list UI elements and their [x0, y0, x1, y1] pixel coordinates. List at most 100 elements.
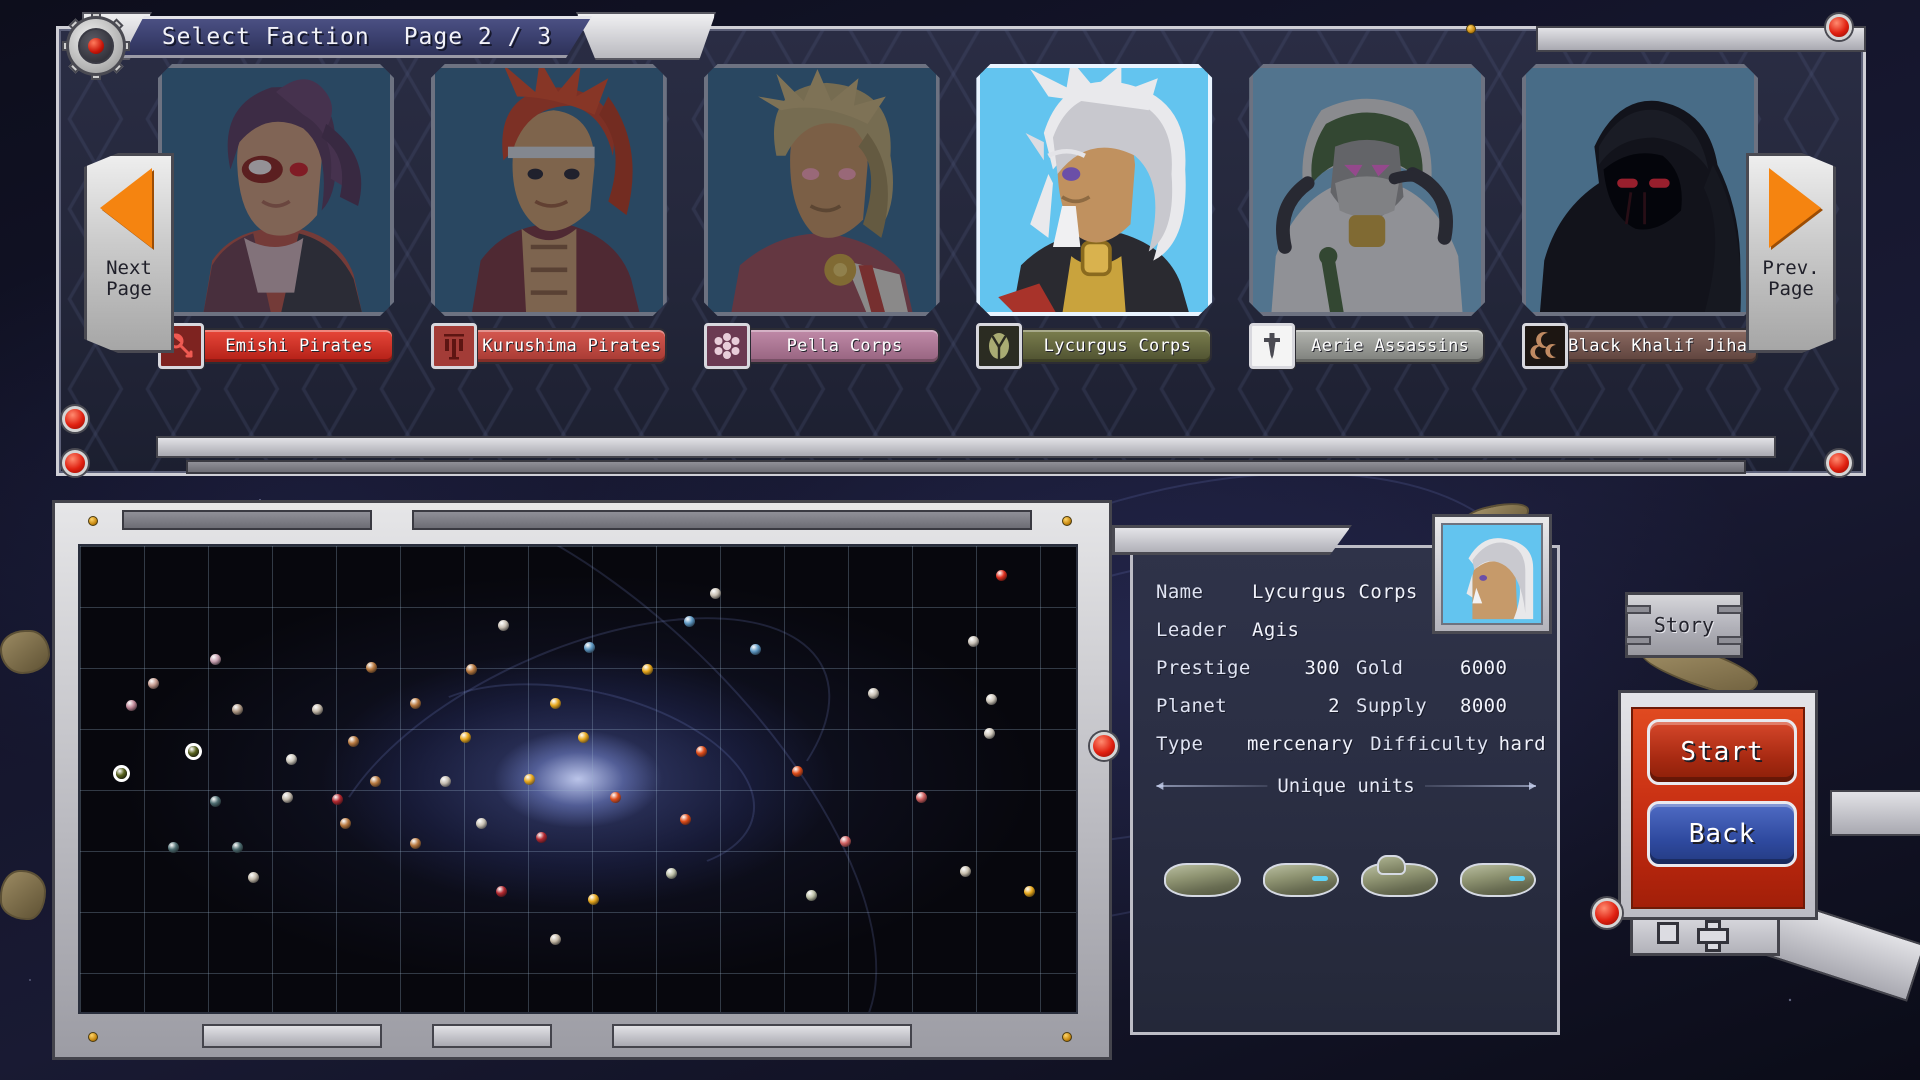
map-planet[interactable] [536, 832, 547, 843]
faction-name-row: Pella Corps [703, 323, 940, 369]
map-planet[interactable] [588, 894, 599, 905]
map-planet[interactable] [498, 620, 509, 631]
map-planet[interactable] [696, 746, 707, 757]
leader-portrait-box [1432, 514, 1552, 634]
page-indicator: Page 2 / 3 [403, 24, 553, 50]
map-planet[interactable] [410, 838, 421, 849]
value-leader: Agis [1252, 619, 1300, 641]
value-gold: 6000 [1460, 657, 1508, 679]
map-planet[interactable] [116, 768, 127, 779]
map-planet[interactable] [370, 776, 381, 787]
map-planet[interactable] [524, 774, 535, 785]
faction-portrait [976, 64, 1212, 316]
map-planet[interactable] [868, 688, 879, 699]
map-planet[interactable] [232, 842, 243, 853]
prev-page-button[interactable]: Prev. Page [1746, 153, 1836, 353]
prev-page-label-2: Page [1768, 277, 1814, 300]
trident-emblem [430, 323, 477, 369]
faction-name-button[interactable]: Emishi Pirates [198, 328, 394, 364]
map-planet[interactable] [210, 654, 221, 665]
next-page-button[interactable]: Next Page [84, 153, 174, 353]
faction-card-lycurgus-corps[interactable]: Lycurgus Corps [976, 64, 1213, 369]
status-lamp [1826, 14, 1852, 40]
map-planet[interactable] [466, 664, 477, 675]
map-planet[interactable] [550, 698, 561, 709]
map-planet[interactable] [148, 678, 159, 689]
map-planet[interactable] [996, 570, 1007, 581]
map-planet[interactable] [960, 866, 971, 877]
faction-name-button[interactable]: Black Khalif Jihad [1561, 328, 1758, 364]
map-planet[interactable] [968, 636, 979, 647]
label-planet: Planet [1156, 695, 1228, 717]
faction-portrait [431, 64, 667, 316]
map-planet[interactable] [986, 694, 997, 705]
map-planet[interactable] [840, 836, 851, 847]
story-button[interactable]: Story [1625, 592, 1743, 658]
back-button[interactable]: Back [1647, 801, 1797, 867]
rivet [1466, 24, 1476, 34]
map-planet[interactable] [642, 664, 653, 675]
faction-card-kurushima-pirates[interactable]: Kurushima Pirates [430, 64, 667, 369]
map-planet[interactable] [610, 792, 621, 803]
rivet [88, 516, 98, 526]
map-planet[interactable] [460, 732, 471, 743]
map-planet[interactable] [348, 736, 359, 747]
map-planet[interactable] [282, 792, 293, 803]
map-planet[interactable] [410, 698, 421, 709]
map-planet[interactable] [984, 728, 995, 739]
value-difficulty: hard [1498, 733, 1546, 755]
faction-name-button[interactable]: Aerie Assassins [1289, 328, 1486, 364]
map-planet[interactable] [496, 886, 507, 897]
map-planet[interactable] [750, 644, 761, 655]
map-planet[interactable] [168, 842, 179, 853]
faction-name-button[interactable]: Kurushima Pirates [470, 328, 667, 364]
map-planet[interactable] [440, 776, 451, 787]
faction-name-row: Lycurgus Corps [976, 323, 1213, 369]
map-planet[interactable] [792, 766, 803, 777]
map-planet[interactable] [126, 700, 137, 711]
faction-name-button[interactable]: Lycurgus Corps [1016, 328, 1213, 364]
story-button-label: Story [1653, 613, 1715, 637]
map-planet[interactable] [550, 934, 561, 945]
asteroid-decor [0, 870, 46, 920]
frame-strut-bottom2 [186, 460, 1746, 474]
unique-units-header: Unique units [1156, 773, 1537, 799]
value-prestige: 300 [1304, 657, 1340, 679]
faction-card-aerie-assassins[interactable]: Aerie Assassins [1249, 64, 1486, 369]
map-planet[interactable] [1024, 886, 1035, 897]
map-planet[interactable] [312, 704, 323, 715]
square-icon[interactable] [1657, 922, 1679, 944]
unique-unit-2 [1259, 831, 1344, 903]
hull-strut [1830, 790, 1920, 836]
map-planet[interactable] [232, 704, 243, 715]
map-frame-detail [432, 1024, 552, 1048]
map-planet[interactable] [366, 662, 377, 673]
map-planet[interactable] [332, 794, 343, 805]
map-planet[interactable] [916, 792, 927, 803]
start-button[interactable]: Start [1647, 719, 1797, 785]
rivet [88, 1032, 98, 1042]
frame-strut [1536, 26, 1866, 52]
map-planet[interactable] [584, 642, 595, 653]
map-planet[interactable] [666, 868, 677, 879]
map-planet[interactable] [188, 746, 199, 757]
map-planet[interactable] [476, 818, 487, 829]
map-planet[interactable] [806, 890, 817, 901]
map-planet[interactable] [286, 754, 297, 765]
label-gold: Gold [1356, 657, 1404, 679]
status-lamp [62, 450, 88, 476]
map-planet[interactable] [684, 616, 695, 627]
action-button-inner: Start Back [1631, 707, 1805, 909]
faction-card-pella-corps[interactable]: Pella Corps [703, 64, 940, 369]
faction-card-black-khalif-jihad[interactable]: Black Khalif Jihad [1521, 64, 1758, 369]
map-planet[interactable] [248, 872, 259, 883]
map-planet[interactable] [680, 814, 691, 825]
map-planet[interactable] [710, 588, 721, 599]
map-planet[interactable] [210, 796, 221, 807]
galaxy-map[interactable] [78, 544, 1078, 1014]
map-planet[interactable] [578, 732, 589, 743]
faction-name-button[interactable]: Pella Corps [743, 328, 940, 364]
faction-card-emishi-pirates[interactable]: Emishi Pirates [158, 64, 394, 369]
plus-icon[interactable] [1697, 920, 1729, 952]
map-planet[interactable] [340, 818, 351, 829]
